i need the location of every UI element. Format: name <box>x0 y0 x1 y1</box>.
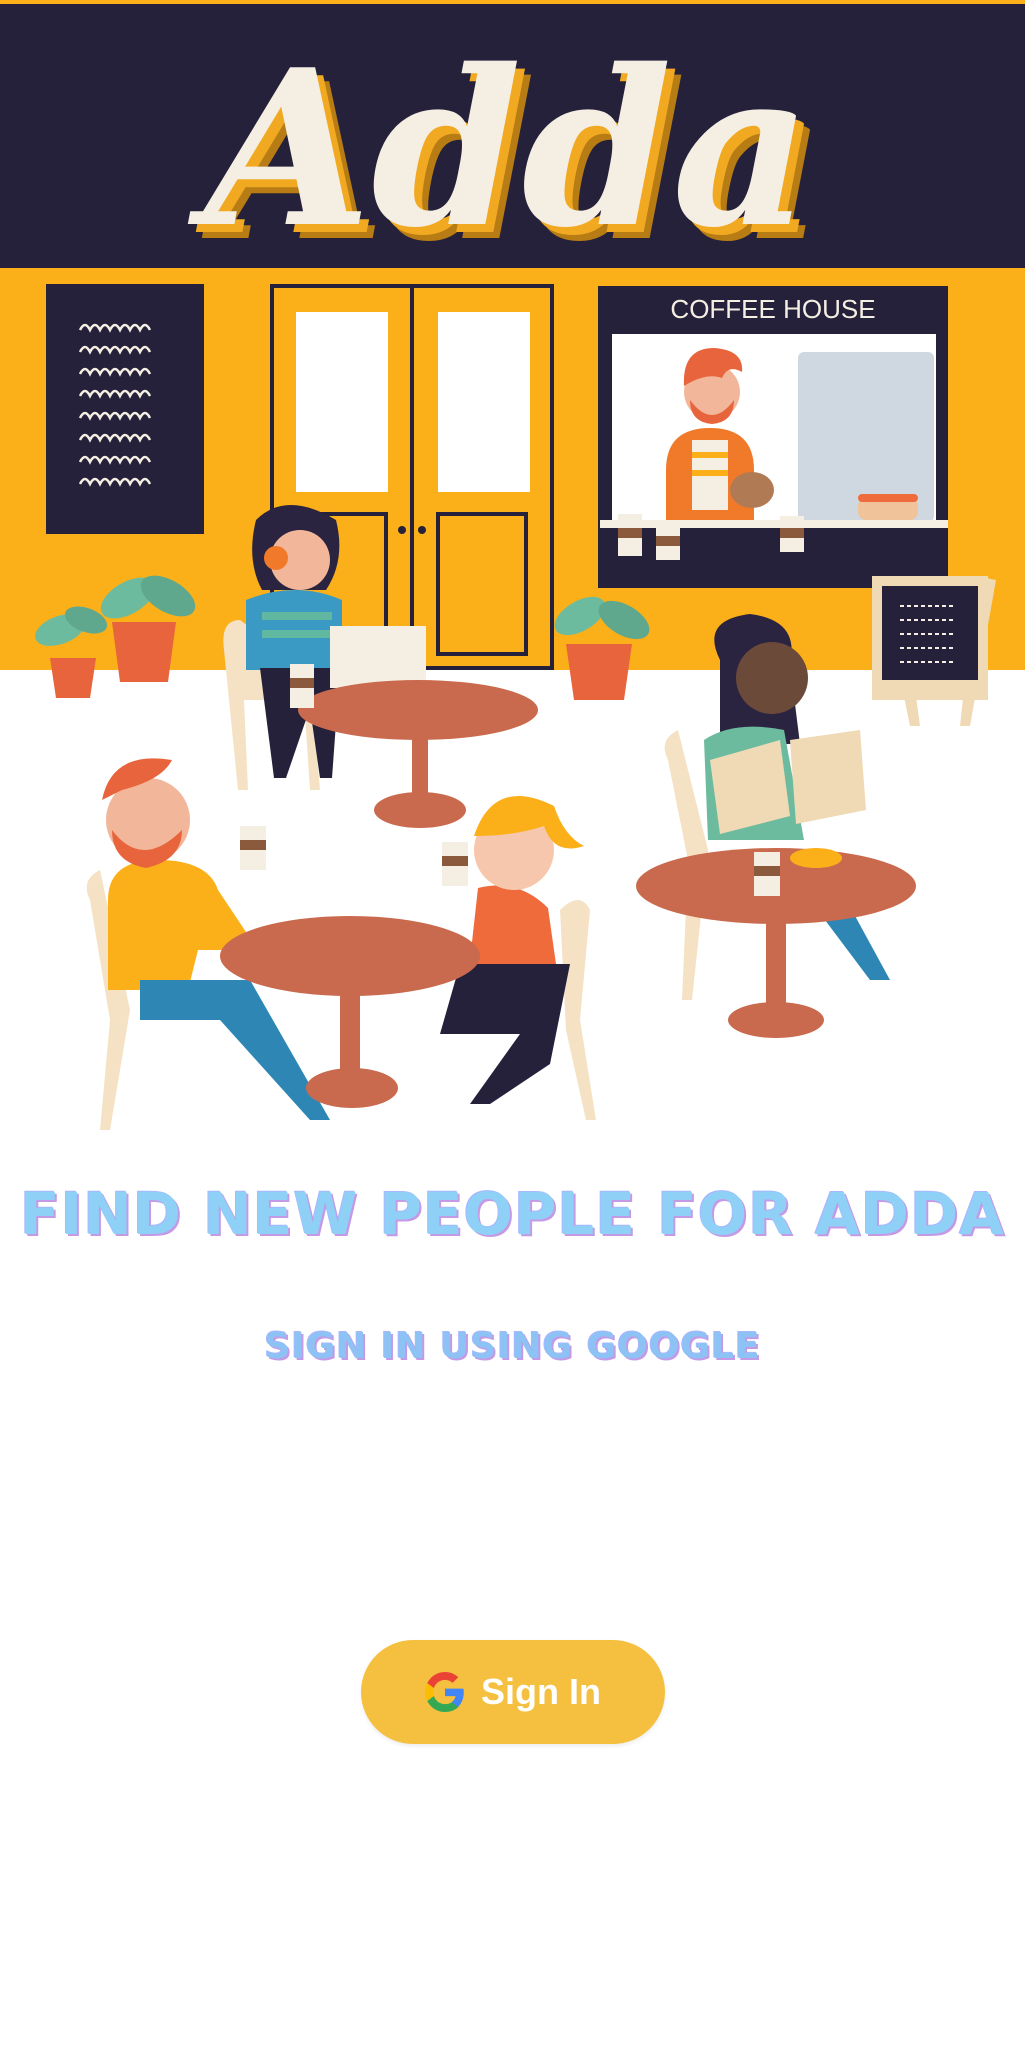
app-logo: Adda Adda Adda <box>188 22 826 289</box>
coffee-house-window: COFFEE HOUSE <box>598 286 948 588</box>
svg-text:Adda: Adda <box>188 22 812 275</box>
google-sign-in-button[interactable]: Sign In <box>361 1640 665 1744</box>
a-frame-sign <box>872 576 996 726</box>
subheadline: SIGN IN USING GOOGLE <box>264 1326 761 1367</box>
sign-in-label: Sign In <box>481 1671 601 1712</box>
headline: FIND NEW PEOPLE FOR ADDA <box>20 1180 1005 1248</box>
hero-illustration: Adda Adda Adda COFFEE HOUSE <box>0 0 1025 1130</box>
table-couple-scene <box>86 758 596 1130</box>
menu-chalkboard <box>46 284 204 534</box>
shop-sign: COFFEE HOUSE <box>670 294 875 324</box>
google-g-icon <box>425 1672 464 1712</box>
